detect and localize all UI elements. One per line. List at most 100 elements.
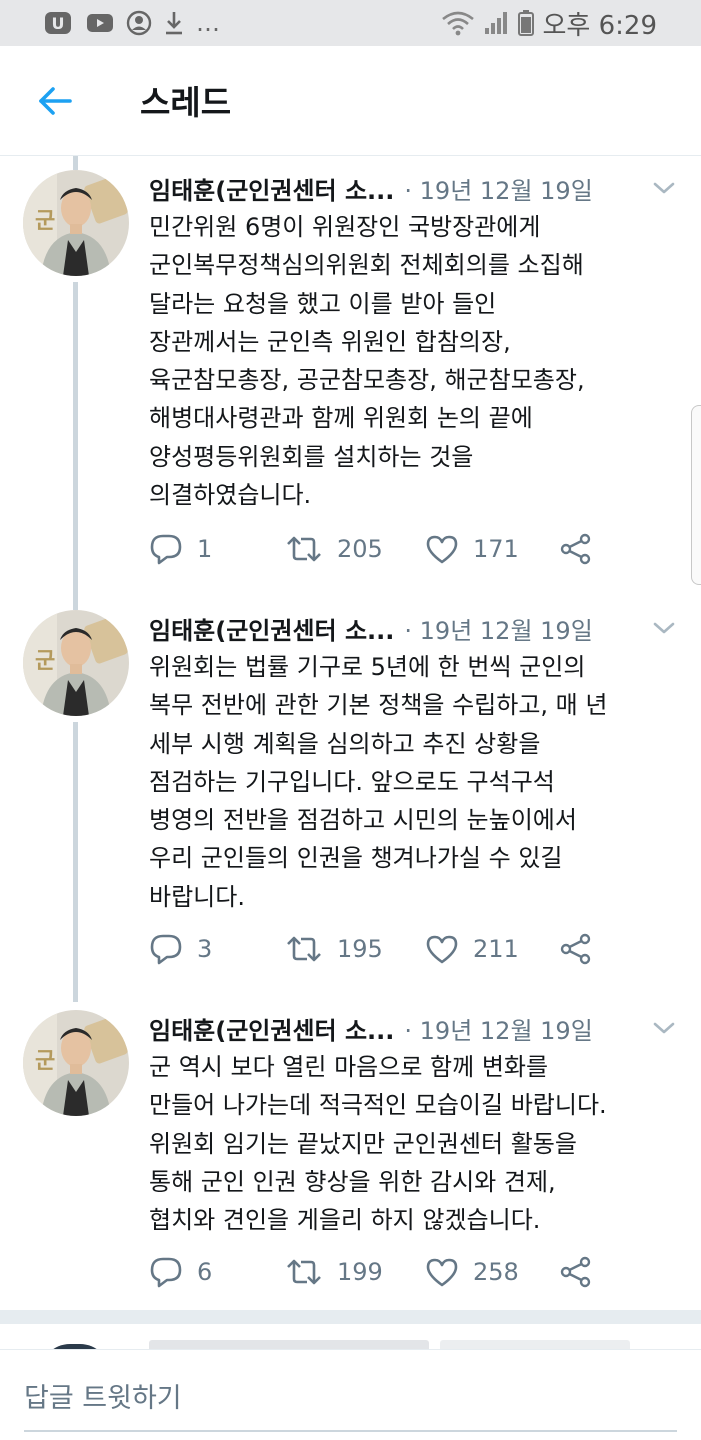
tweet-text-line: 양성평등위원회를 설치하는 것을 (149, 442, 474, 471)
reply-button[interactable]: 6 (149, 1252, 212, 1292)
wifi-icon (441, 10, 475, 36)
status-time: 오후 6:29 (542, 10, 658, 41)
heart-icon (426, 1258, 458, 1287)
reply-button[interactable]: 3 (149, 929, 212, 969)
heart-icon (426, 935, 458, 964)
avatar[interactable]: 군 (23, 170, 129, 276)
share-button[interactable] (559, 1252, 593, 1292)
author-name (149, 1340, 429, 1349)
tweet-header: 임태훈(군인권센터 소... · 19년 12월 19일 (149, 170, 681, 206)
like-count: 211 (473, 935, 519, 963)
like-button[interactable]: 171 (425, 529, 519, 569)
share-icon (560, 1256, 591, 1288)
tweet-text-line: 장관께서는 군인측 위원인 합참의장, (149, 327, 511, 356)
battery-icon (517, 9, 535, 37)
retweet-button[interactable]: 199 (285, 1252, 383, 1292)
tweet-header: 임태훈(군인권센터 소... · 19년 12월 19일 (149, 610, 681, 646)
reply-bar: 답글 트윗하기 (0, 1349, 701, 1440)
more-dots: … (196, 9, 221, 37)
tweet-text-line: 만들어 나가는데 적극적인 모습이길 바랍니다. (149, 1091, 607, 1120)
tweet-text-line: 의결하였습니다. (149, 481, 312, 510)
like-count: 171 (473, 535, 519, 563)
tweet-actions: 1 205 171 (149, 529, 609, 569)
author-name[interactable]: 임태훈(군인권센터 소... (149, 1011, 394, 1046)
download-icon (164, 10, 184, 36)
like-count: 258 (473, 1258, 519, 1286)
chevron-down-icon (653, 622, 675, 634)
svg-text:군: 군 (35, 209, 55, 234)
like-button[interactable]: 258 (425, 1252, 519, 1292)
tweet-text-line: 통해 군인 인권 향상을 위한 감시와 견제, (149, 1167, 556, 1196)
tweet-text-line: 세부 시행 계획을 심의하고 추진 상황을 (149, 729, 541, 758)
tweet-menu-button[interactable] (649, 1014, 679, 1042)
svg-text:U: U (52, 14, 65, 33)
tweet-menu-button[interactable] (649, 174, 679, 202)
avatar[interactable]: 군 (23, 1010, 129, 1116)
reply-count: 6 (197, 1258, 213, 1286)
tweet[interactable]: 군 임태훈(군인권센터 소... · 19년 12월 19일 위원회는 법률 기… (0, 610, 701, 1002)
tweet[interactable]: 군 임태훈(군인권센터 소... · 19년 12월 19일 군 역시 보다 열… (0, 1010, 701, 1308)
status-bar-left-icons: U … (44, 8, 221, 38)
page-title: 스레드 (140, 83, 232, 122)
reply-icon (150, 1257, 182, 1288)
tweet-text-line: 해병대사령관과 함께 위원회 논의 끝에 (149, 404, 533, 433)
author-name[interactable]: 임태훈(군인권센터 소... (149, 171, 394, 206)
reply-button[interactable]: 1 (149, 529, 212, 569)
chevron-down-icon (653, 1022, 675, 1034)
tweet-text-line: 협치와 견인을 게을리 하지 않겠습니다. (149, 1206, 541, 1235)
tweet-text-line: 위원회 임기는 끝났지만 군인권센터 활동을 (149, 1129, 577, 1158)
reply-count: 3 (197, 935, 213, 963)
reply-input-underline (24, 1430, 677, 1432)
tweet-text-line: 복무 전반에 관한 기본 정책을 수립하고, 매 년 (149, 691, 608, 720)
retweet-icon (287, 1259, 321, 1285)
thread-line (73, 282, 78, 598)
reply-icon (150, 934, 182, 965)
retweet-button[interactable]: 195 (285, 929, 383, 969)
back-arrow-icon (39, 87, 72, 115)
back-button[interactable] (30, 78, 80, 124)
tweet-text-line: 위원회는 법률 기구로 5년에 한 번씩 군인의 (149, 653, 586, 681)
heart-icon (426, 535, 458, 564)
retweet-count: 195 (337, 935, 383, 963)
tweet-date: · 19년 12월 19일 (404, 1016, 593, 1045)
thread-line (73, 722, 78, 1002)
svg-text:군: 군 (35, 649, 55, 674)
thread-line (73, 596, 78, 610)
tweet-actions: 6 199 258 (149, 1252, 609, 1292)
tweet-text-line: 군 역시 보다 열린 마음으로 함께 변화를 (149, 1053, 549, 1081)
like-button[interactable]: 211 (425, 929, 519, 969)
retweet-count: 205 (337, 535, 383, 563)
tweet-text-line: 점검하는 기구입니다. 앞으로도 구석구석 (149, 767, 555, 796)
tweet-text: 민간위원 6명이 위원장인 국방장관에게 군인복무정책심의위원회 전체회의를 소… (149, 208, 683, 514)
signal-icon (483, 10, 509, 36)
account-icon (126, 10, 152, 36)
tweet-text-line: 육군참모총장, 공군참모총장, 해군참모총장, (149, 366, 585, 395)
status-bar-right: 오후 6:29 (441, 8, 657, 41)
svg-text:군: 군 (35, 1049, 55, 1074)
tweet-text-line: 달라는 요청을 했고 이를 받아 들인 (149, 289, 497, 318)
tweet-date (440, 1340, 630, 1349)
share-icon (560, 933, 591, 965)
scrollbar-thumb[interactable] (691, 405, 701, 585)
share-button[interactable] (559, 529, 593, 569)
tweet-text-line: 병영의 전반을 점검하고 시민의 눈높이에서 (149, 806, 577, 835)
reply-input[interactable]: 답글 트윗하기 (24, 1376, 182, 1415)
tweet-header: 임태훈(군인권센터 소... · 19년 12월 19일 (149, 1010, 681, 1046)
tweet-text-line: 우리 군인들의 인권을 챙겨나가실 수 있길 (149, 844, 563, 873)
retweet-button[interactable]: 205 (285, 529, 383, 569)
share-icon (560, 533, 591, 565)
tweet-text: 군 역시 보다 열린 마음으로 함께 변화를 만들어 나가는데 적극적인 모습이… (149, 1048, 683, 1239)
share-button[interactable] (559, 929, 593, 969)
youtube-icon (86, 12, 114, 34)
tweet[interactable]: 군 임태훈(군인권센터 소... · 19년 12월 19일 민간위원 6명이 … (0, 170, 701, 598)
author-name[interactable]: 임태훈(군인권센터 소... (149, 611, 394, 646)
avatar[interactable]: 군 (23, 610, 129, 716)
section-divider (0, 1310, 701, 1324)
tweet-text-line: 군인복무정책심의위원회 전체회의를 소집해 (149, 251, 584, 280)
tweet-menu-button[interactable] (649, 614, 679, 642)
tweet-text: 위원회는 법률 기구로 5년에 한 번씩 군인의 복무 전반에 관한 기본 정책… (149, 648, 683, 916)
retweet-count: 199 (337, 1258, 383, 1286)
retweet-icon (287, 536, 321, 562)
tweet-actions: 3 195 211 (149, 929, 609, 969)
reply-count: 1 (197, 535, 213, 563)
